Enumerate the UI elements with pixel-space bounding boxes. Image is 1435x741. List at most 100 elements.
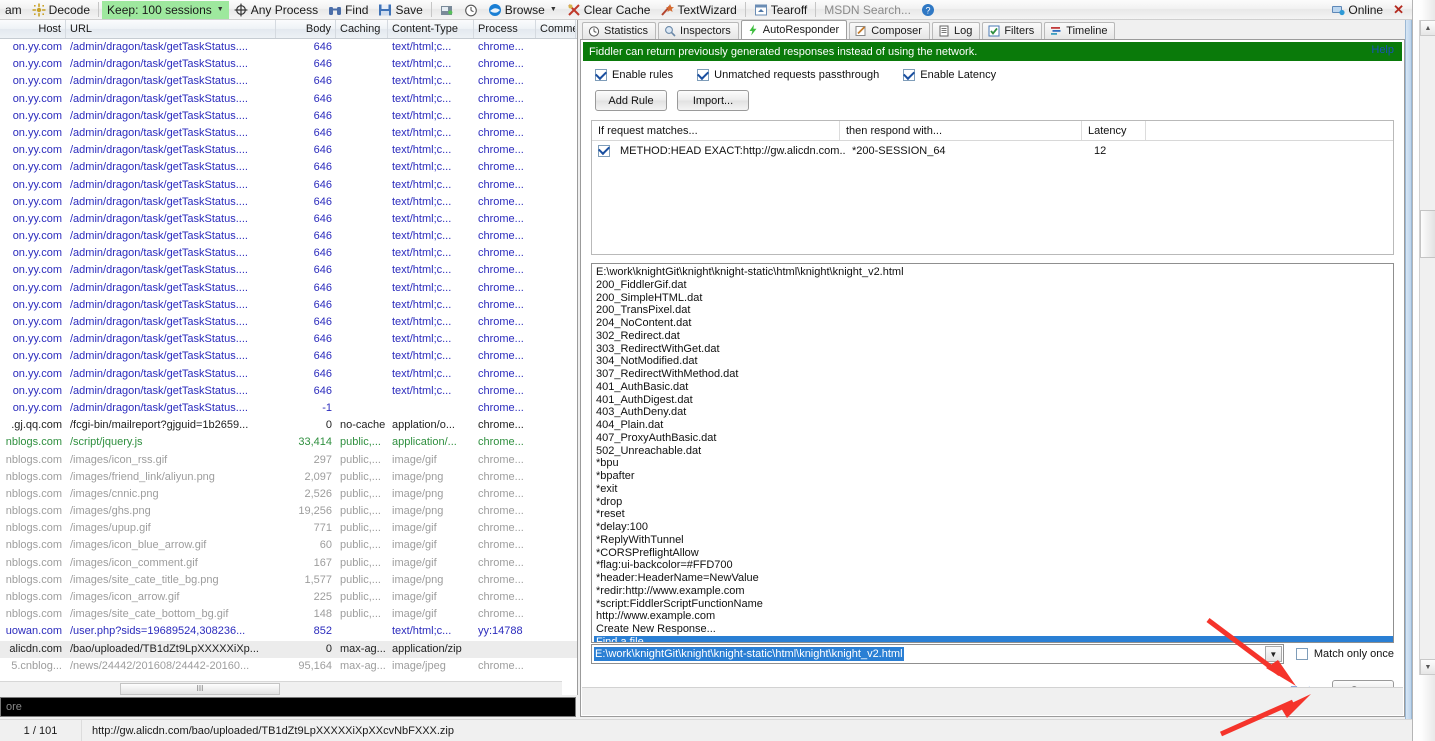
list-item[interactable]: *flag:ui-backcolor=#FFD700: [594, 559, 1393, 572]
list-item[interactable]: *CORSPreflightAllow: [594, 547, 1393, 560]
table-row[interactable]: on.yy.com/admin/dragon/task/getTaskStatu…: [0, 39, 577, 56]
toolbar-browse[interactable]: Browse ▼: [483, 1, 562, 19]
match-only-once-option[interactable]: Match only once: [1284, 644, 1394, 664]
list-item[interactable]: 404_Plain.dat: [594, 419, 1393, 432]
table-row[interactable]: on.yy.com/admin/dragon/task/getTaskStatu…: [0, 125, 577, 142]
table-row[interactable]: on.yy.com/admin/dragon/task/getTaskStatu…: [0, 142, 577, 159]
list-item[interactable]: 304_NotModified.dat: [594, 355, 1393, 368]
list-item[interactable]: E:\work\knightGit\knight\knight-static\h…: [594, 266, 1393, 279]
table-row[interactable]: on.yy.com/admin/dragon/task/getTaskStatu…: [0, 297, 577, 314]
table-row[interactable]: nblogs.com/images/icon_rss.gif 297 public,…: [0, 452, 577, 469]
list-item[interactable]: *ReplyWithTunnel: [594, 534, 1393, 547]
table-row[interactable]: nblogs.com/images/friend_link/aliyun.png…: [0, 469, 577, 486]
sessions-hscroll-thumb[interactable]: III: [120, 682, 280, 695]
table-row[interactable]: on.yy.com/admin/dragon/task/getTaskStatu…: [0, 108, 577, 125]
table-row[interactable]: on.yy.com/admin/dragon/task/getTaskStatu…: [0, 228, 577, 245]
table-row[interactable]: .gj.qq.com/fcgi-bin/mailreport?gjguid=1b…: [0, 417, 577, 434]
option-enable-latency[interactable]: Enable Latency: [903, 69, 996, 81]
list-item[interactable]: 302_Redirect.dat: [594, 330, 1393, 343]
list-item[interactable]: 401_AuthBasic.dat: [594, 381, 1393, 394]
column-header-url[interactable]: URL: [66, 20, 276, 38]
table-row[interactable]: on.yy.com/admin/dragon/task/getTaskStatu…: [0, 91, 577, 108]
table-row[interactable]: on.yy.com/admin/dragon/task/getTaskStatu…: [0, 383, 577, 400]
enable-rules-checkbox[interactable]: [595, 69, 607, 81]
table-row[interactable]: on.yy.com/admin/dragon/task/getTaskStatu…: [0, 366, 577, 383]
list-item[interactable]: *script:FiddlerScriptFunctionName: [594, 598, 1393, 611]
sessions-vscroll-thumb[interactable]: [1420, 210, 1435, 258]
table-row[interactable]: on.yy.com/admin/dragon/task/getTaskStatu…: [0, 177, 577, 194]
tab-composer[interactable]: Composer: [849, 22, 930, 39]
toolbar-online[interactable]: Online: [1326, 1, 1388, 19]
toolbar-timer[interactable]: [459, 1, 483, 19]
import-button[interactable]: Import...: [677, 90, 749, 111]
table-row[interactable]: on.yy.com/admin/dragon/task/getTaskStatu…: [0, 348, 577, 365]
table-row[interactable]: nblogs.com/images/site_cate_bottom_bg.gi…: [0, 606, 577, 623]
table-row[interactable]: nblogs.com/images/ghs.png 19,256 public,..…: [0, 503, 577, 520]
quickexec-input[interactable]: ore: [0, 697, 576, 717]
rules-column-match[interactable]: If request matches...: [592, 121, 840, 140]
column-header-host[interactable]: Host: [0, 20, 66, 38]
option-unmatched-passthrough[interactable]: Unmatched requests passthrough: [697, 69, 879, 81]
table-row[interactable]: nblogs.com/images/icon_comment.gif 167 pub…: [0, 555, 577, 572]
toolbar-tearoff[interactable]: Tearoff: [749, 1, 812, 19]
table-row[interactable]: 5.cnblog.../news/24442/201608/24442-2016…: [0, 675, 577, 676]
scroll-down-icon[interactable]: ▼: [1420, 659, 1435, 675]
response-options[interactable]: E:\work\knightGit\knight\knight-static\h…: [592, 264, 1393, 642]
table-row[interactable]: 5.cnblog.../news/24442/201608/24442-2016…: [0, 658, 577, 675]
table-row[interactable]: on.yy.com/admin/dragon/task/getTaskStatu…: [0, 159, 577, 176]
toolbar-keep-sessions[interactable]: Keep: 100 sessions ▼: [102, 0, 229, 19]
unmatched-passthrough-checkbox[interactable]: [697, 69, 710, 81]
column-header-body[interactable]: Body: [276, 20, 336, 38]
rule-enabled-checkbox-cell[interactable]: [592, 144, 614, 157]
toolbar-screenshot[interactable]: [435, 1, 459, 19]
toolbar-any-process[interactable]: Any Process: [229, 1, 323, 19]
column-header-comments[interactable]: Comments: [536, 20, 576, 38]
rules-column-respond[interactable]: then respond with...: [840, 121, 1082, 140]
sessions-vscrollbar[interactable]: ▲ ▼: [1419, 20, 1435, 675]
toolbar-save[interactable]: Save: [373, 1, 427, 19]
add-rule-button[interactable]: Add Rule: [595, 90, 667, 111]
table-row[interactable]: on.yy.com/admin/dragon/task/getTaskStatu…: [0, 194, 577, 211]
list-item[interactable]: 303_RedirectWithGet.dat: [594, 343, 1393, 356]
table-row[interactable]: nblogs.com/script/jquery.js 33,414 public,…: [0, 434, 577, 451]
toolbar-stream[interactable]: am: [0, 1, 27, 19]
list-item[interactable]: *exit: [594, 483, 1393, 496]
table-row[interactable]: on.yy.com/admin/dragon/task/getTaskStatu…: [0, 314, 577, 331]
list-item[interactable]: *drop: [594, 496, 1393, 509]
tab-log[interactable]: Log: [931, 22, 981, 39]
toolbar-help[interactable]: ?: [916, 1, 940, 19]
scroll-up-icon[interactable]: ▲: [1420, 20, 1435, 36]
list-item[interactable]: *bpafter: [594, 470, 1393, 483]
option-enable-rules[interactable]: Enable rules: [595, 69, 673, 81]
column-header-caching[interactable]: Caching: [336, 20, 388, 38]
response-listbox[interactable]: E:\work\knightGit\knight\knight-static\h…: [591, 263, 1394, 643]
chevron-down-icon-combo[interactable]: ▼: [1264, 646, 1282, 662]
table-row[interactable]: on.yy.com/admin/dragon/task/getTaskStatu…: [0, 331, 577, 348]
list-item[interactable]: *reset: [594, 508, 1393, 521]
sessions-rows[interactable]: on.yy.com/admin/dragon/task/getTaskStatu…: [0, 39, 577, 676]
sessions-hscrollbar[interactable]: III: [0, 681, 562, 695]
tab-timeline[interactable]: Timeline: [1044, 22, 1116, 39]
tab-inspectors[interactable]: Inspectors: [658, 22, 739, 39]
table-row[interactable]: on.yy.com/admin/dragon/task/getTaskStatu…: [0, 211, 577, 228]
toolbar-clear-cache[interactable]: Clear Cache: [562, 1, 656, 19]
list-item[interactable]: 307_RedirectWithMethod.dat: [594, 368, 1393, 381]
rules-grid[interactable]: If request matches... then respond with.…: [591, 120, 1394, 255]
table-row[interactable]: alicdn.com/bao/uploaded/TB1dZt9LpXXXXXiX…: [0, 640, 577, 658]
list-item[interactable]: 204_NoContent.dat: [594, 317, 1393, 330]
rule-row[interactable]: METHOD:HEAD EXACT:http://gw.alicdn.com..…: [592, 141, 1393, 160]
list-item[interactable]: 407_ProxyAuthBasic.dat: [594, 432, 1393, 445]
tab-strip[interactable]: Statistics Inspectors AutoResponder Compose…: [580, 20, 1405, 39]
table-row[interactable]: on.yy.com/admin/dragon/task/getTaskStatu…: [0, 280, 577, 297]
table-row[interactable]: nblogs.com/images/icon_arrow.gif 225 publi…: [0, 589, 577, 606]
list-item[interactable]: *bpu: [594, 457, 1393, 470]
tab-filters[interactable]: Filters: [982, 22, 1043, 39]
toolbar-textwizard[interactable]: TextWizard: [655, 1, 741, 19]
match-only-once-checkbox[interactable]: [1295, 648, 1308, 660]
tab-statistics[interactable]: Statistics: [582, 22, 657, 39]
list-item[interactable]: 200_FiddlerGif.dat: [594, 279, 1393, 292]
list-item[interactable]: 401_AuthDigest.dat: [594, 394, 1393, 407]
help-link[interactable]: Help: [1371, 44, 1394, 56]
table-row[interactable]: nblogs.com/images/icon_blue_arrow.gif 60 p…: [0, 537, 577, 554]
list-item[interactable]: 200_TransPixel.dat: [594, 304, 1393, 317]
